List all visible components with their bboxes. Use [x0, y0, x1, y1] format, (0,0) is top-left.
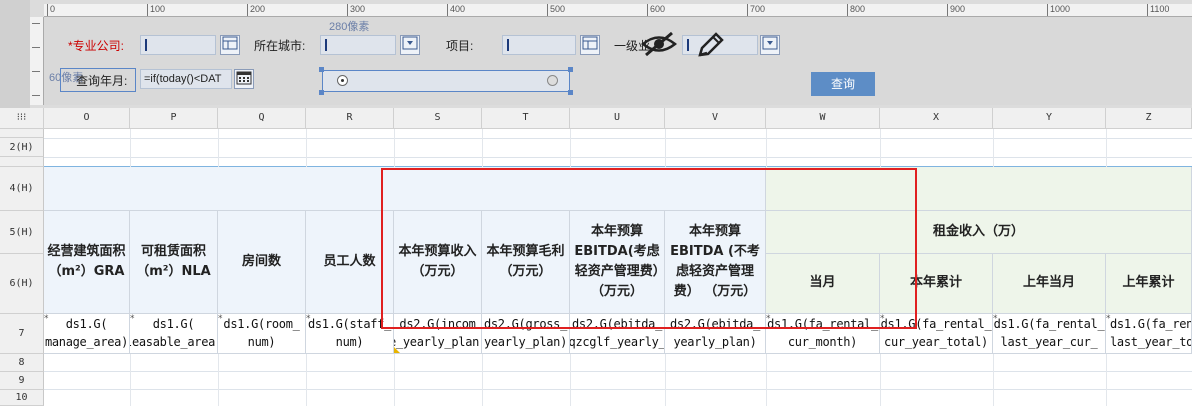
radio-group[interactable] [322, 70, 570, 92]
grid-icon[interactable] [580, 35, 600, 55]
data-cell[interactable]: ds1.G( leasable_area) [130, 314, 218, 354]
ruler-tick: 200 [246, 4, 266, 16]
row-header[interactable]: 9 [0, 372, 44, 390]
radio-icon[interactable] [337, 75, 348, 86]
parameter-canvas: 280像素 60像素 *专业公司: 所在城市: 项目: 一级业 查询年月: =i… [44, 17, 1192, 105]
header-cell-nla[interactable]: 可租赁面积（m²）NLA [130, 211, 218, 314]
row-header[interactable]: 2(H) [0, 138, 44, 157]
data-cell[interactable]: ds1.G(fa_rental_ last_year_cur_ [993, 314, 1106, 354]
city-label: 所在城市: [254, 39, 306, 53]
date-label: 查询年月: [76, 74, 128, 88]
column-header[interactable]: T [482, 108, 570, 129]
row-header[interactable]: 6(H) [0, 254, 44, 314]
date-formula-input[interactable]: =if(today()<DAT [140, 69, 232, 89]
empty-rows[interactable] [44, 354, 1192, 406]
ruler-tick: 0 [46, 4, 56, 16]
column-header[interactable]: W [766, 108, 880, 129]
ruler-tick: 300 [346, 4, 366, 16]
column-header[interactable]: V [665, 108, 766, 129]
ruler-tick: 600 [646, 4, 666, 16]
width-hint: 280像素 [329, 21, 370, 33]
city-input[interactable] [320, 35, 396, 55]
header-cell-last-month[interactable]: 上年当月 [993, 254, 1106, 314]
column-header[interactable]: X [880, 108, 993, 129]
eye-slash-icon[interactable] [640, 31, 678, 60]
ruler-tick: 100 [146, 4, 166, 16]
ruler-tick: 900 [946, 4, 966, 16]
grid-corner[interactable]: ⁝⁝⁝ [0, 108, 44, 129]
ruler-tick: 1000 [1046, 4, 1071, 16]
parameter-panel: 0 100 200 300 400 500 600 700 800 900 10… [0, 0, 1192, 108]
header-cell-gra[interactable]: 经营建筑面积（m²）GRA [44, 211, 130, 314]
row-header[interactable]: 10 [0, 390, 44, 406]
report-designer: 0 100 200 300 400 500 600 700 800 900 10… [0, 0, 1192, 406]
cell-marker-icon [394, 347, 400, 353]
row-header[interactable]: 7 [0, 314, 44, 354]
data-cell[interactable]: ds1.G(room_ num) [218, 314, 306, 354]
ruler-tick: 500 [546, 4, 566, 16]
ruler-tick: 400 [446, 4, 466, 16]
project-input[interactable] [502, 35, 576, 55]
ruler-tick: 700 [746, 4, 766, 16]
column-header[interactable]: O [44, 108, 130, 129]
row-header[interactable] [0, 157, 44, 167]
ruler-tick: 800 [846, 4, 866, 16]
data-cell[interactable]: ds1.G( manage_area) [44, 314, 130, 354]
dropdown-icon[interactable] [400, 35, 420, 55]
row-header[interactable]: 4(H) [0, 167, 44, 211]
column-header[interactable]: S [394, 108, 482, 129]
grid-icon[interactable] [220, 35, 240, 55]
header-cell-last-year[interactable]: 上年累计 [1106, 254, 1192, 314]
column-header[interactable]: Y [993, 108, 1106, 129]
left-gutter [0, 0, 30, 108]
row-header[interactable]: 5(H) [0, 211, 44, 254]
pencil-icon[interactable] [694, 31, 726, 64]
radio-icon[interactable] [547, 75, 558, 86]
calendar-icon[interactable] [234, 69, 254, 89]
project-label: 项目: [446, 39, 474, 53]
highlight-frame [381, 168, 917, 329]
data-cell[interactable]: ds1.G(fa_rent last_year_tot [1106, 314, 1192, 354]
row-header[interactable]: 8 [0, 354, 44, 372]
horizontal-ruler: 0 100 200 300 400 500 600 700 800 900 10… [44, 4, 1192, 17]
column-header[interactable]: U [570, 108, 665, 129]
row-header[interactable] [0, 129, 44, 138]
header-cell-rooms[interactable]: 房间数 [218, 211, 306, 314]
column-header[interactable]: P [130, 108, 218, 129]
column-header[interactable]: Q [218, 108, 306, 129]
company-input[interactable] [140, 35, 216, 55]
column-header[interactable]: R [306, 108, 394, 129]
company-label: *专业公司: [68, 39, 125, 53]
empty-rows[interactable] [44, 129, 1192, 167]
vertical-ruler [30, 17, 44, 105]
query-button[interactable]: 查询 [811, 72, 875, 96]
column-header[interactable]: Z [1106, 108, 1192, 129]
ruler-tick: 1100 [1146, 4, 1170, 16]
dropdown-icon[interactable] [760, 35, 780, 55]
